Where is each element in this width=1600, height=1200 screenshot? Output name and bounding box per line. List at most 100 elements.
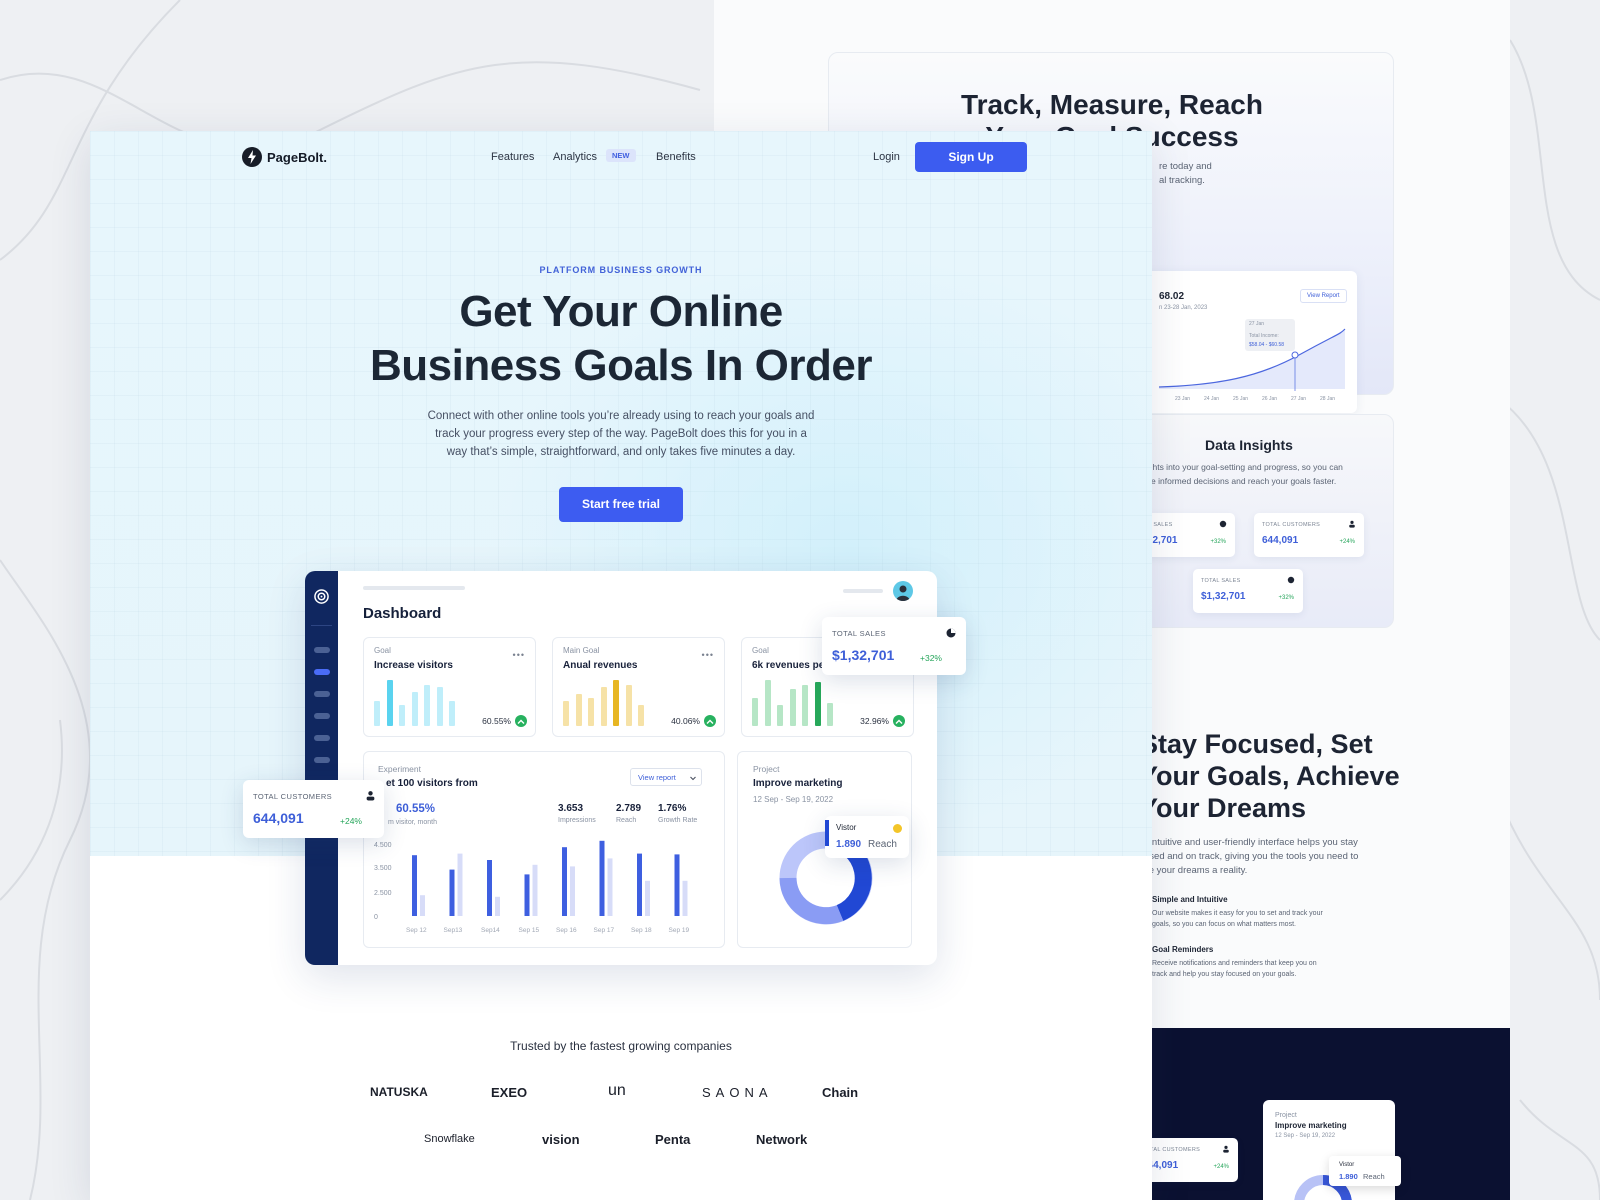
goal-percent: 60.55% (482, 716, 511, 726)
goal-bar (764, 680, 771, 726)
total-customers-title: TOTAL CUSTOMERS (253, 792, 333, 801)
pie-chart-icon (946, 628, 956, 638)
y-tick-label: 3.500 (374, 865, 392, 872)
total-sales-title: TOTAL SALES (832, 629, 886, 638)
hero-subtitle-line1: Connect with other online tools you’re a… (427, 410, 815, 422)
goal-bar (374, 700, 380, 726)
sidebar-item[interactable] (314, 757, 330, 763)
income-value: 68.02 (1159, 291, 1185, 302)
trend-up-icon (704, 715, 716, 727)
focus-title: Stay Focused, Set Your Goals, Achieve Yo… (1140, 728, 1400, 824)
avatar[interactable] (893, 581, 913, 601)
experiment-kind: Experiment (378, 764, 421, 774)
x-tick-label: Sep14 (481, 927, 500, 934)
trusted-title: Trusted by the fastest growing companies (510, 1039, 732, 1053)
chart-date-6: 28 Jan (1320, 396, 1336, 402)
sidebar-item[interactable] (314, 647, 330, 653)
pie-icon (1219, 520, 1227, 528)
sidebar-item[interactable] (314, 713, 330, 719)
goal-card[interactable]: Goal Increase visitors ••• 60.55% (363, 637, 536, 737)
new-badge: NEW (606, 149, 636, 162)
more-icon[interactable]: ••• (513, 650, 525, 660)
focus-title-line3: Your Dreams (1140, 793, 1307, 823)
goal-bar (752, 698, 758, 726)
nav-link-benefits[interactable]: Benefits (656, 151, 696, 163)
project-date: 12 Sep - Sep 19, 2022 (753, 795, 834, 804)
login-link[interactable]: Login (873, 151, 900, 163)
goal-bar (563, 700, 569, 726)
chart-bar (449, 869, 455, 916)
focus-text-line3: ke your dreams a reality. (1144, 865, 1248, 876)
hero-title: Get Your Online Business Goals In Order (90, 285, 1152, 393)
stat-growth-label: Growth Rate (658, 817, 698, 824)
experiment-main-label: m visitor, month (388, 819, 438, 826)
hero-subtitle-line2: track your progress every step of the wa… (435, 428, 807, 440)
users-icon (366, 791, 375, 801)
experiment-card: Experiment et 100 visitors from View rep… (363, 751, 725, 948)
goal-bar (613, 680, 619, 726)
x-tick-label: Sep 12 (406, 927, 427, 934)
signup-button[interactable]: Sign Up (915, 142, 1027, 172)
brand-network-logo: Network (756, 1132, 808, 1147)
insights-title: Data Insights (1205, 437, 1293, 453)
goal-percent: 40.06% (671, 716, 700, 726)
target-logo-icon (314, 589, 329, 604)
income-line-chart (1159, 319, 1346, 391)
feature-title: Goal Reminders (1152, 945, 1214, 954)
project-kind: Project (1275, 1112, 1297, 1119)
sidebar-item[interactable] (314, 691, 330, 697)
visitor-label: Vistor (836, 823, 857, 832)
nav-link-analytics[interactable]: Analytics (553, 151, 597, 163)
chart-bar (420, 895, 425, 916)
tooltip-label: Total Income: (1249, 333, 1279, 339)
chart-bar (645, 880, 650, 916)
goal-bar (386, 680, 393, 726)
mini-card-sales-2: TOTAL SALES $1,32,701 +32% (1193, 569, 1303, 613)
x-tick-label: Sep 18 (631, 927, 652, 934)
goal-bar (600, 686, 607, 726)
goal-bar (449, 700, 455, 726)
chart-bar (532, 864, 538, 916)
start-free-trial-button[interactable]: Start free trial (559, 487, 683, 522)
mini-card-value: 644,091 (1262, 535, 1299, 546)
x-tick-label: Sep13 (444, 927, 463, 934)
pie-icon (1287, 576, 1295, 584)
logo[interactable]: PageBolt. (242, 147, 327, 167)
stat-impressions-label: Impressions (558, 817, 596, 824)
goal-percent: 32.96% (860, 716, 889, 726)
chart-bar (674, 854, 680, 916)
brand-snowflake-logo: Snowflake (424, 1133, 475, 1145)
hero-subtitle-line3: way that’s simple, straightforward, and … (446, 446, 796, 458)
visitor-label: Vistor (1339, 1162, 1355, 1168)
chart-bar (524, 874, 530, 916)
goal-card[interactable]: Main Goal Anual revenues ••• 40.06% (552, 637, 725, 737)
chart-bar (637, 853, 642, 916)
view-report-link[interactable]: View Report (1300, 289, 1347, 303)
income-date: n 23-28 Jan, 2023 (1159, 305, 1208, 311)
sidebar-item[interactable] (314, 735, 330, 741)
goal-bar (777, 705, 783, 726)
hero-title-line1: Get Your Online (459, 287, 783, 336)
total-sales-change: +32% (920, 653, 942, 663)
bolt-logo-icon (242, 147, 262, 167)
tooltip-date: 27 Jan (1249, 321, 1265, 327)
chart-bar (495, 896, 500, 916)
brand-chain-logo: Chain (822, 1085, 859, 1100)
x-tick-label: Sep 15 (519, 927, 540, 934)
nav-link-features[interactable]: Features (491, 151, 534, 163)
brand-exeo-logo: EXEO (491, 1085, 528, 1100)
more-icon[interactable]: ••• (702, 650, 714, 660)
insights-text-line2: make informed decisions and reach your g… (1135, 476, 1337, 486)
view-report-dropdown[interactable]: View report (630, 768, 702, 786)
users-icon (1349, 520, 1355, 528)
chart-bar (562, 847, 567, 916)
total-customers-card: TOTAL CUSTOMERS 644,091 +24% (243, 780, 384, 838)
experiment-name: et 100 visitors from (386, 778, 478, 789)
chart-date-5: 27 Jan (1291, 396, 1307, 402)
sidebar-item-active[interactable] (314, 669, 330, 675)
stat-reach-value: 2.789 (616, 803, 642, 814)
chart-bar (412, 855, 417, 916)
visitor-dot-icon (893, 824, 902, 833)
chart-date-4: 26 Jan (1262, 396, 1278, 402)
feature-text-line2: track and help you stay focused on your … (1152, 971, 1297, 978)
